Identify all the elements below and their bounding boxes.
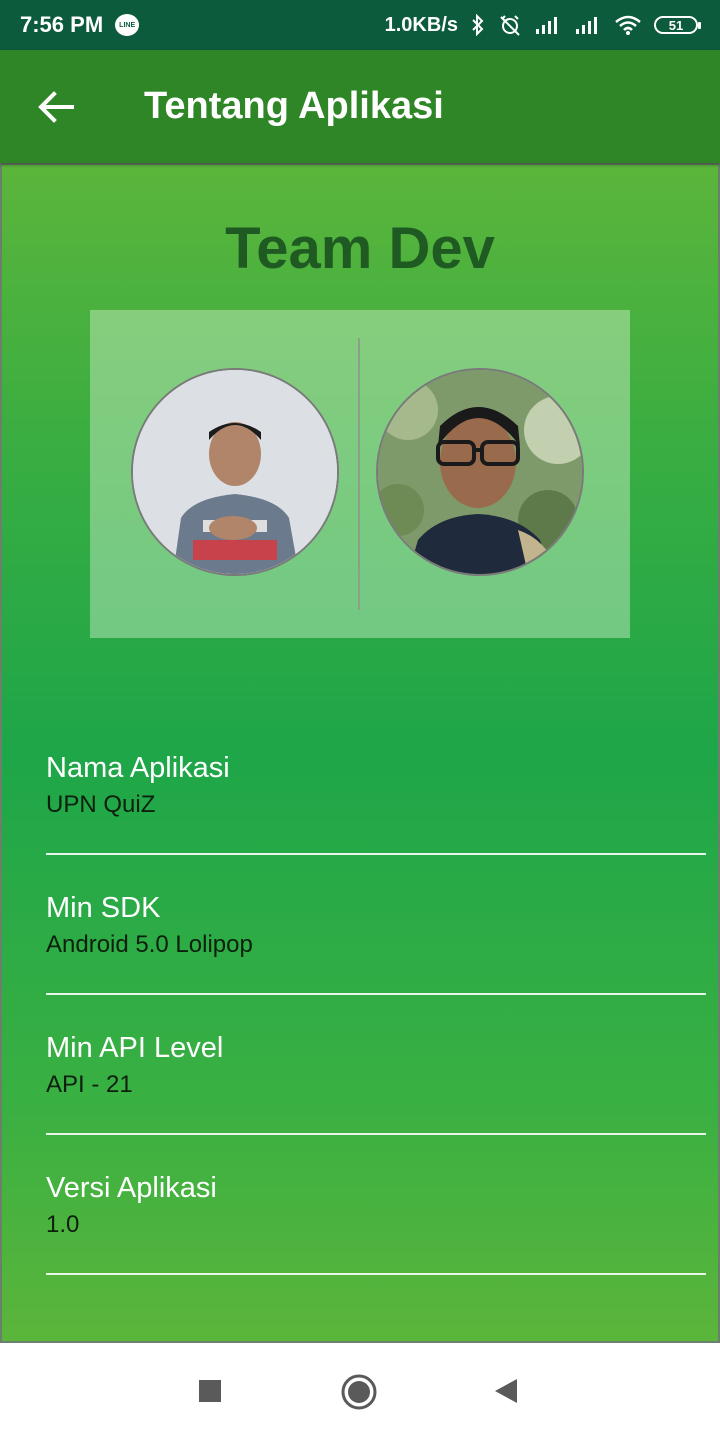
info-value: UPN QuiZ bbox=[46, 791, 156, 818]
system-nav-bar bbox=[0, 1343, 720, 1440]
developer-avatar-1 bbox=[131, 368, 339, 576]
app-bar: Tentang Aplikasi bbox=[0, 50, 720, 163]
developer-photo-1 bbox=[133, 370, 337, 574]
status-left: 7:56 PM LINE bbox=[20, 12, 140, 38]
bluetooth-icon bbox=[470, 14, 486, 36]
status-bar: 7:56 PM LINE 1.0KB/s 51 bbox=[0, 0, 720, 50]
recent-apps-icon bbox=[199, 1380, 221, 1402]
info-divider bbox=[46, 1273, 706, 1275]
info-value: Android 5.0 Lolipop bbox=[46, 931, 253, 958]
page-title: Tentang Aplikasi bbox=[144, 85, 444, 127]
arrow-left-icon bbox=[38, 90, 74, 123]
home-button[interactable] bbox=[338, 1371, 380, 1413]
signal-icon bbox=[574, 15, 602, 35]
info-label: Nama Aplikasi bbox=[46, 752, 230, 784]
recent-apps-button[interactable] bbox=[190, 1371, 230, 1411]
line-icon: LINE bbox=[115, 14, 140, 36]
about-content: Team Dev Nama Aplikasi UPN QuiZ Min SDK … bbox=[0, 163, 720, 1343]
nav-back-button[interactable] bbox=[488, 1373, 524, 1409]
developer-avatar-2 bbox=[376, 368, 584, 576]
home-icon bbox=[341, 1374, 377, 1410]
signal-icon bbox=[534, 15, 562, 35]
info-item-min-api: Min API Level API - 21 bbox=[46, 1030, 706, 1102]
info-value: 1.0 bbox=[46, 1211, 80, 1238]
info-label: Min SDK bbox=[46, 892, 161, 924]
status-right: 1.0KB/s 51 bbox=[384, 13, 701, 37]
wifi-icon bbox=[614, 14, 642, 36]
alarm-off-icon bbox=[498, 14, 522, 36]
info-item-version: Versi Aplikasi 1.0 bbox=[46, 1170, 706, 1242]
info-divider bbox=[46, 853, 706, 855]
info-item-app-name: Nama Aplikasi UPN QuiZ bbox=[46, 750, 706, 822]
battery-icon: 51 bbox=[654, 16, 701, 34]
photo-divider bbox=[358, 338, 360, 610]
back-triangle-icon bbox=[495, 1379, 517, 1403]
back-button[interactable] bbox=[26, 77, 86, 137]
net-speed: 1.0KB/s bbox=[384, 13, 458, 36]
developer-photo-2 bbox=[378, 370, 582, 574]
team-title: Team Dev bbox=[225, 216, 495, 281]
status-time: 7:56 PM bbox=[20, 12, 104, 37]
info-item-min-sdk: Min SDK Android 5.0 Lolipop bbox=[46, 890, 706, 962]
team-photo-panel bbox=[90, 310, 630, 638]
info-divider bbox=[46, 1133, 706, 1135]
info-label: Min API Level bbox=[46, 1032, 224, 1064]
info-value: API - 21 bbox=[46, 1071, 133, 1098]
info-divider bbox=[46, 993, 706, 995]
info-label: Versi Aplikasi bbox=[46, 1172, 217, 1204]
